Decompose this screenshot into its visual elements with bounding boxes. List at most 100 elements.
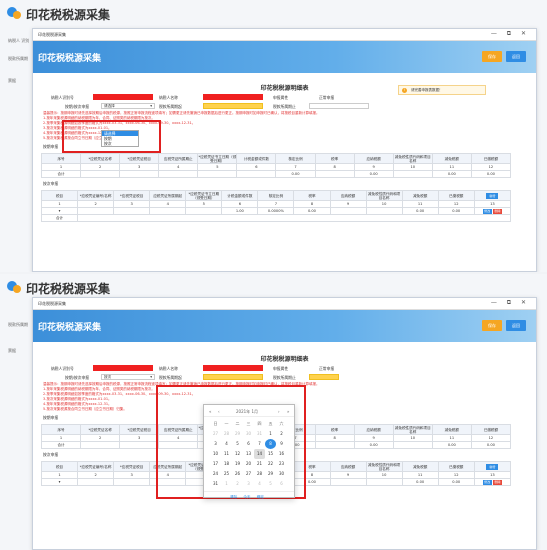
calendar-day[interactable]: 9 — [276, 439, 287, 449]
calendar-day[interactable]: 26 — [232, 469, 243, 479]
highlight-box — [62, 120, 161, 153]
period-start-field[interactable] — [203, 374, 263, 380]
cell-input[interactable] — [113, 478, 151, 486]
taxpayer-id-field[interactable] — [93, 94, 153, 100]
period-end-field[interactable] — [309, 374, 339, 380]
notice-text: 请完善申报表数据！ — [411, 88, 443, 92]
calendar-day[interactable]: 24 — [210, 469, 221, 479]
cell: 12 — [470, 434, 512, 442]
calendar-day[interactable]: 27 — [210, 429, 221, 439]
calendar-day[interactable]: 18 — [221, 459, 232, 469]
calendar-day[interactable]: 29 — [265, 469, 276, 479]
calendar-day[interactable]: 13 — [243, 449, 254, 459]
cell-input[interactable] — [149, 207, 187, 215]
add-row-button[interactable]: 新增 — [486, 192, 499, 199]
cell[interactable]: 1.00 — [221, 207, 259, 215]
back-button[interactable]: 返回 — [506, 320, 526, 331]
cell-input[interactable] — [185, 207, 223, 215]
calendar-day[interactable]: 19 — [232, 459, 243, 469]
confirm-button[interactable]: 确定 — [257, 495, 264, 499]
calendar-day[interactable]: 14 — [254, 449, 265, 459]
cell: 0.00 — [401, 207, 439, 215]
calendar-day[interactable]: 12 — [232, 449, 243, 459]
declare-attr-value: 正常申报 — [319, 366, 335, 371]
periodic-table: 序号 *应税凭证名称 *应税凭证税目 应税凭证所属期止 *应税凭证书立日期（领受… — [40, 153, 512, 178]
calendar-day[interactable]: 3 — [210, 439, 221, 449]
calendar-day[interactable]: 29 — [232, 429, 243, 439]
calendar-day[interactable]: 10 — [210, 449, 221, 459]
taxpayer-name-field[interactable] — [203, 365, 263, 371]
calendar-day[interactable]: 4 — [221, 439, 232, 449]
cell: 11 — [431, 434, 472, 442]
cell-select[interactable] — [365, 207, 403, 215]
calendar-day[interactable]: 7 — [254, 439, 265, 449]
calendar-day[interactable]: 22 — [265, 459, 276, 469]
calendar-day[interactable]: 5 — [232, 439, 243, 449]
calendar-day[interactable]: 11 — [221, 449, 232, 459]
delete-row-button[interactable]: 删除 — [492, 479, 502, 485]
period-type-select[interactable]: 按次 ▾ — [101, 374, 155, 380]
calendar-day[interactable]: 31 — [210, 479, 221, 489]
calendar-day[interactable]: 31 — [254, 429, 265, 439]
calendar-day[interactable]: 6 — [243, 439, 254, 449]
period-type-select[interactable]: 请选择 ▾ — [101, 103, 155, 109]
save-button[interactable]: 保存 — [482, 51, 502, 62]
calendar-day[interactable]: 8 — [265, 439, 276, 449]
calendar-day[interactable]: 5 — [265, 479, 276, 489]
calendar-day[interactable]: 21 — [254, 459, 265, 469]
period-end-field[interactable] — [309, 103, 369, 109]
table-header-row: 序号 *应税凭证名称 *应税凭证税目 应税凭证所属期止 *应税凭证书立日期（领受… — [40, 153, 512, 164]
calendar-day[interactable]: 28 — [221, 429, 232, 439]
window-controls[interactable]: — ⧉ ✕ — [491, 30, 530, 38]
calendar-day[interactable]: 1 — [221, 479, 232, 489]
banner-title: 印花税税源采集 — [38, 54, 102, 64]
calendar-day[interactable]: 30 — [243, 429, 254, 439]
cell-input[interactable] — [77, 207, 115, 215]
taxpayer-name-field[interactable] — [203, 94, 263, 100]
calendar-day[interactable]: 17 — [210, 459, 221, 469]
calendar-day[interactable]: 30 — [276, 469, 287, 479]
calendar-day[interactable]: 3 — [243, 479, 254, 489]
col-header: *应税凭证书立日期（领受日期） — [197, 153, 238, 164]
taxpayer-id-field[interactable] — [93, 365, 153, 371]
app-title: 印花税税源采集 — [26, 282, 111, 296]
calendar-day[interactable]: 27 — [243, 469, 254, 479]
col-header-add: 新增 — [473, 461, 512, 472]
cell-input[interactable] — [77, 478, 115, 486]
cell-select[interactable] — [365, 478, 403, 486]
calendar-day[interactable]: 25 — [221, 469, 232, 479]
calendar-day[interactable]: 23 — [276, 459, 287, 469]
calendar-month-label[interactable]: 2021年 1月 — [236, 409, 258, 415]
calendar-day[interactable]: 2 — [276, 429, 287, 439]
cell-input[interactable] — [113, 207, 151, 215]
row-select[interactable]: ▾ — [40, 478, 79, 486]
calendar-day[interactable]: 20 — [243, 459, 254, 469]
clear-button[interactable]: 清除 — [230, 495, 237, 499]
calendar-day[interactable]: 28 — [254, 469, 265, 479]
total-label: 合计 — [40, 214, 79, 222]
back-button[interactable]: 返回 — [506, 51, 526, 62]
edit-row-button[interactable]: 修改 — [482, 479, 492, 485]
col-header: 税率 — [314, 424, 355, 435]
next-month-icon[interactable]: › — [278, 409, 280, 414]
next-year-icon[interactable]: » — [287, 409, 289, 414]
add-row-button[interactable]: 新增 — [486, 463, 499, 470]
calendar-day[interactable]: 1 — [265, 429, 276, 439]
row-select[interactable]: ▾ — [40, 207, 79, 215]
delete-row-button[interactable]: 删除 — [492, 208, 502, 214]
period-start-field[interactable] — [203, 103, 263, 109]
col-header: 应纳税额 — [329, 190, 367, 201]
calendar-day[interactable]: 2 — [232, 479, 243, 489]
calendar-day[interactable]: 4 — [254, 479, 265, 489]
today-button[interactable]: 今天 — [243, 495, 250, 499]
save-button[interactable]: 保存 — [482, 320, 502, 331]
prev-month-icon[interactable]: ‹ — [218, 409, 220, 414]
row-actions: 修改 删除 — [473, 478, 512, 486]
edit-row-button[interactable]: 修改 — [482, 208, 492, 214]
window-controls[interactable]: — ⧉ ✕ — [491, 299, 530, 307]
calendar-day[interactable]: 6 — [276, 479, 287, 489]
total-label: 合计 — [40, 441, 82, 449]
prev-year-icon[interactable]: « — [209, 409, 211, 414]
calendar-day[interactable]: 15 — [265, 449, 276, 459]
calendar-day[interactable]: 16 — [276, 449, 287, 459]
